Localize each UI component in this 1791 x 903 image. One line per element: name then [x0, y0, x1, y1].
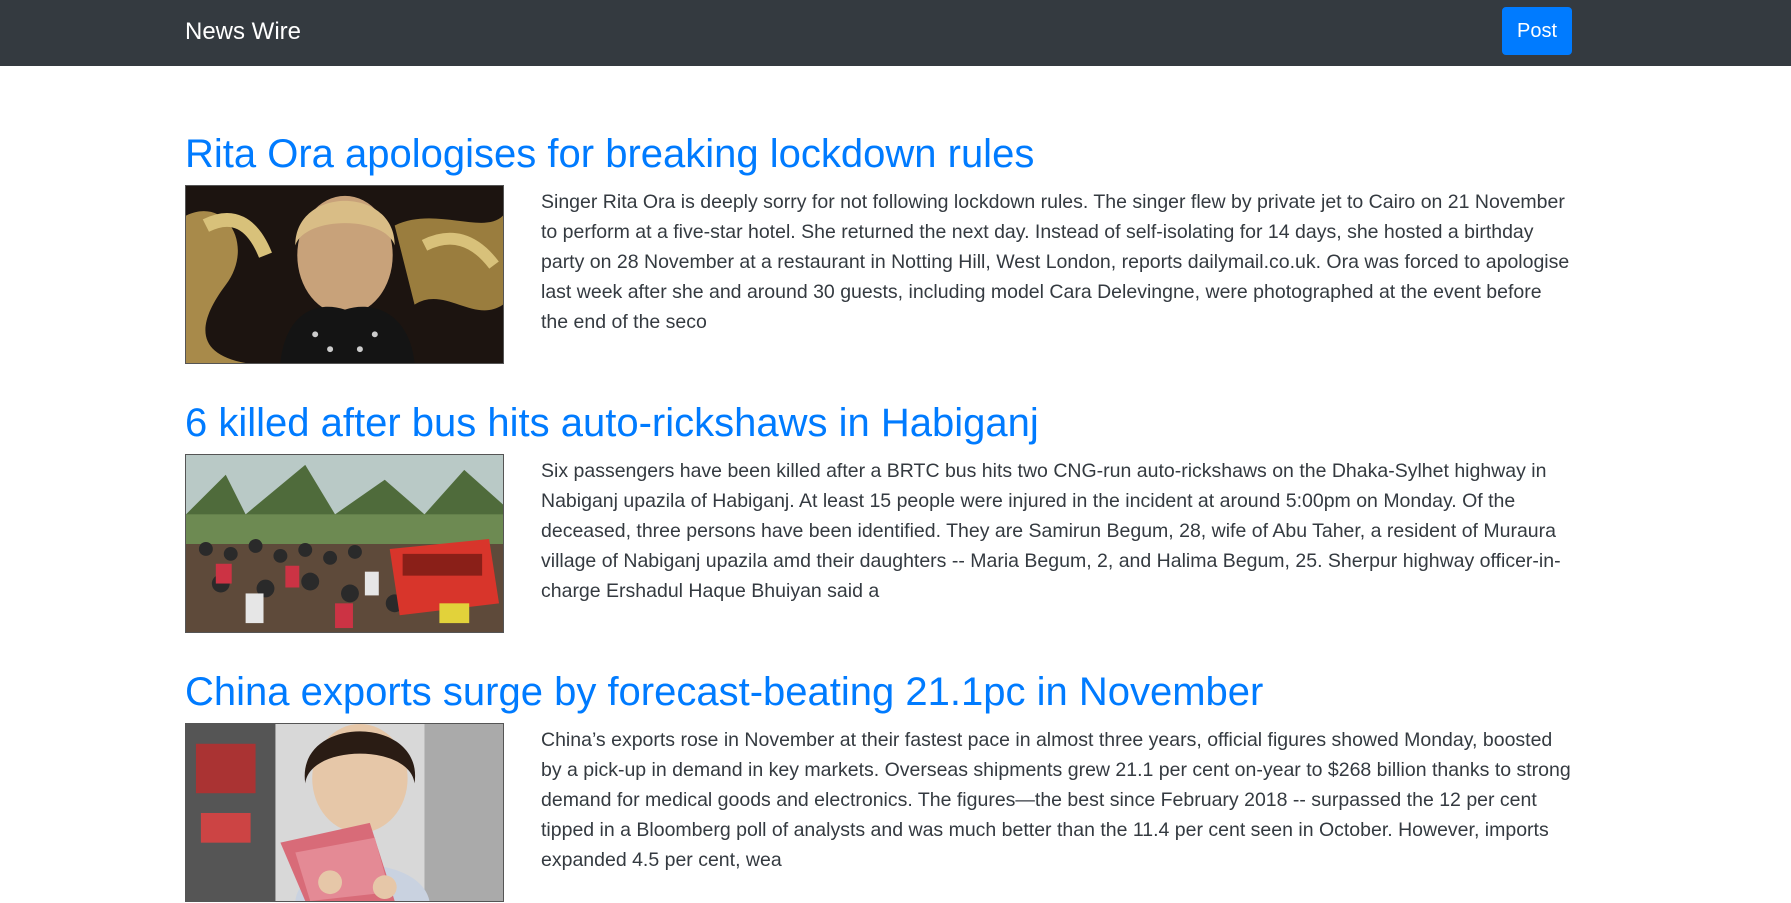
- article-card: Rita Ora apologises for breaking lockdow…: [185, 127, 1573, 365]
- crowd-photo-icon: [186, 455, 503, 632]
- article-card: 6 killed after bus hits auto-rickshaws i…: [185, 396, 1573, 634]
- post-button[interactable]: Post: [1502, 7, 1572, 55]
- article-body: Singer Rita Ora is deeply sorry for not …: [185, 185, 1573, 365]
- article-title[interactable]: China exports surge by forecast-beating …: [185, 665, 1573, 719]
- article-summary: China’s exports rose in November at thei…: [541, 729, 1571, 871]
- article-card: China exports surge by forecast-beating …: [185, 665, 1573, 903]
- article-thumbnail[interactable]: [185, 185, 504, 364]
- article-body: China’s exports rose in November at thei…: [185, 723, 1573, 903]
- article-title[interactable]: Rita Ora apologises for breaking lockdow…: [185, 127, 1573, 181]
- brand-link[interactable]: News Wire: [185, 14, 301, 50]
- article-body: Six passengers have been killed after a …: [185, 454, 1573, 634]
- money-photo-icon: [186, 724, 503, 901]
- article-summary: Singer Rita Ora is deeply sorry for not …: [541, 191, 1570, 333]
- article-thumbnail[interactable]: [185, 723, 504, 902]
- top-navbar: News Wire Post: [0, 0, 1791, 66]
- article-thumbnail[interactable]: [185, 454, 504, 633]
- portrait-photo-icon: [186, 186, 503, 363]
- article-title[interactable]: 6 killed after bus hits auto-rickshaws i…: [185, 396, 1573, 450]
- article-summary: Six passengers have been killed after a …: [541, 460, 1561, 602]
